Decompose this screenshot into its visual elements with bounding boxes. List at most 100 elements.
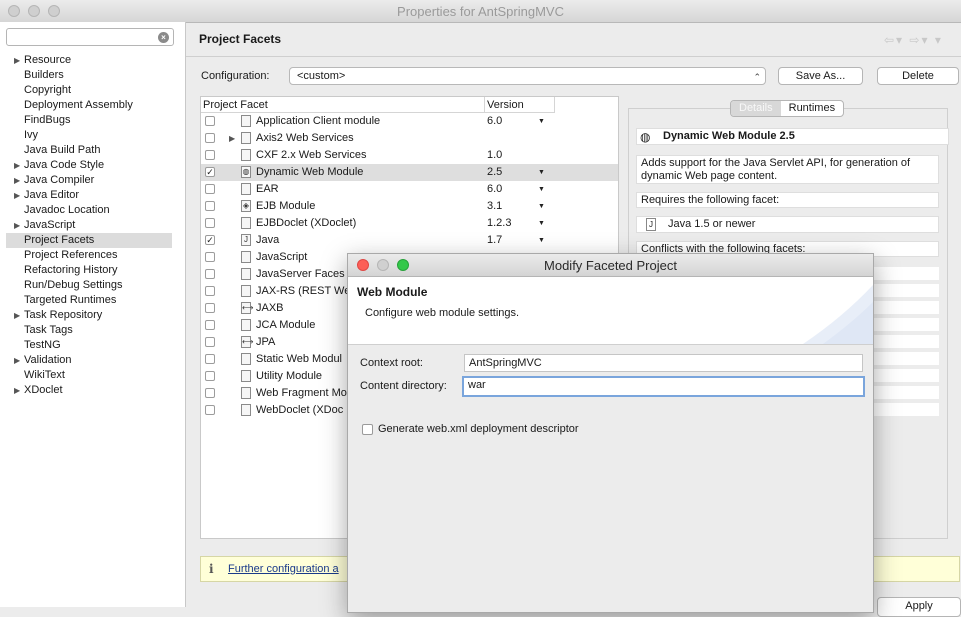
- column-header-version[interactable]: Version: [485, 97, 555, 113]
- facet-version[interactable]: 1.7: [487, 232, 502, 249]
- apply-button[interactable]: Apply: [877, 597, 961, 617]
- expand-arrow-icon[interactable]: ▶: [229, 130, 235, 147]
- facet-name: Application Client module: [256, 115, 381, 127]
- sidebar-item[interactable]: Java Build Path: [6, 143, 172, 158]
- sidebar-item[interactable]: ▶ Task Repository: [6, 308, 172, 323]
- facet-checkbox[interactable]: [205, 320, 215, 330]
- expand-arrow-icon[interactable]: ▶: [14, 218, 20, 233]
- expand-arrow-icon[interactable]: ▶: [14, 158, 20, 173]
- version-dropdown-icon[interactable]: ▼: [538, 198, 545, 215]
- generate-webxml-label[interactable]: Generate web.xml deployment descriptor: [378, 423, 579, 435]
- expand-arrow-icon[interactable]: ▶: [14, 383, 20, 398]
- clear-search-icon[interactable]: ×: [158, 32, 169, 43]
- sidebar-item[interactable]: ▶ XDoclet: [6, 383, 172, 398]
- facet-version[interactable]: 3.1: [487, 198, 502, 215]
- sidebar-item[interactable]: Builders: [6, 68, 172, 83]
- sidebar-item[interactable]: TestNG: [6, 338, 172, 353]
- expand-arrow-icon[interactable]: ▶: [14, 173, 20, 188]
- facet-row[interactable]: ▶ Axis2 Web Services: [201, 130, 618, 147]
- facet-version[interactable]: 1.0: [487, 147, 502, 164]
- save-as-button[interactable]: Save As...: [778, 67, 863, 85]
- facet-checkbox[interactable]: ✓: [205, 235, 215, 245]
- version-dropdown-icon[interactable]: ▼: [538, 164, 545, 181]
- sidebar-item[interactable]: Project Facets: [6, 233, 172, 248]
- facet-row[interactable]: EJBDoclet (XDoclet) 1.2.3 ▼: [201, 215, 618, 232]
- facet-version[interactable]: 2.5: [487, 164, 502, 181]
- facet-name: Utility Module: [256, 370, 323, 382]
- version-dropdown-icon[interactable]: ▼: [538, 113, 545, 130]
- facet-checkbox[interactable]: [205, 405, 215, 415]
- document-icon: [241, 132, 251, 144]
- version-dropdown-icon[interactable]: ▼: [538, 215, 545, 232]
- sidebar-item[interactable]: FindBugs: [6, 113, 172, 128]
- facet-row[interactable]: ✓ ◍ Dynamic Web Module 2.5 ▼: [201, 164, 618, 181]
- sidebar-item[interactable]: Javadoc Location: [6, 203, 172, 218]
- version-dropdown-icon[interactable]: ▼: [538, 232, 545, 249]
- generate-webxml-checkbox[interactable]: [362, 424, 373, 435]
- facet-checkbox[interactable]: [205, 133, 215, 143]
- facet-checkbox[interactable]: [205, 286, 215, 296]
- sidebar-item[interactable]: Project References: [6, 248, 172, 263]
- sidebar-item[interactable]: WikiText: [6, 368, 172, 383]
- sidebar-item[interactable]: Copyright: [6, 83, 172, 98]
- facet-checkbox[interactable]: [205, 201, 215, 211]
- sidebar-item[interactable]: Refactoring History: [6, 263, 172, 278]
- facet-checkbox[interactable]: [205, 371, 215, 381]
- facet-row[interactable]: EAR 6.0 ▼: [201, 181, 618, 198]
- document-icon: [241, 251, 251, 263]
- java-icon: J: [241, 234, 251, 246]
- context-root-input[interactable]: AntSpringMVC: [464, 354, 863, 372]
- expand-arrow-icon[interactable]: ▶: [14, 188, 20, 203]
- expand-arrow-icon[interactable]: ▶: [14, 53, 20, 68]
- facet-checkbox[interactable]: [205, 388, 215, 398]
- sidebar-item[interactable]: ▶ Validation: [6, 353, 172, 368]
- dialog-heading: Web Module: [357, 285, 428, 299]
- facet-row[interactable]: ◈ EJB Module 3.1 ▼: [201, 198, 618, 215]
- delete-button[interactable]: Delete: [877, 67, 959, 85]
- sidebar-item[interactable]: Targeted Runtimes: [6, 293, 172, 308]
- further-configuration-link[interactable]: Further configuration a: [228, 563, 339, 575]
- search-input[interactable]: ×: [6, 28, 174, 46]
- sidebar-item[interactable]: Deployment Assembly: [6, 98, 172, 113]
- column-header-facet[interactable]: Project Facet: [201, 97, 485, 113]
- facet-checkbox[interactable]: [205, 218, 215, 228]
- facet-version[interactable]: 1.2.3: [487, 215, 511, 232]
- document-icon: [241, 404, 251, 416]
- sidebar-item[interactable]: ▶ Java Compiler: [6, 173, 172, 188]
- facet-checkbox[interactable]: [205, 269, 215, 279]
- facet-checkbox[interactable]: [205, 150, 215, 160]
- sidebar-item[interactable]: Ivy: [6, 128, 172, 143]
- facet-row[interactable]: ✓ J Java 1.7 ▼: [201, 232, 618, 249]
- facet-checkbox[interactable]: ✓: [205, 167, 215, 177]
- facet-checkbox[interactable]: [205, 184, 215, 194]
- sidebar-item[interactable]: Task Tags: [6, 323, 172, 338]
- facet-checkbox[interactable]: [205, 303, 215, 313]
- sidebar-item-label: JavaScript: [24, 219, 76, 231]
- facet-row[interactable]: Application Client module 6.0 ▼: [201, 113, 618, 130]
- facet-checkbox[interactable]: [205, 252, 215, 262]
- sidebar-item[interactable]: ▶ JavaScript: [6, 218, 172, 233]
- sidebar-item[interactable]: ▶ Java Code Style: [6, 158, 172, 173]
- content-directory-input[interactable]: war: [462, 376, 865, 397]
- sidebar-item-label: Javadoc Location: [24, 204, 110, 216]
- facet-row[interactable]: CXF 2.x Web Services 1.0: [201, 147, 618, 164]
- expand-arrow-icon[interactable]: ▶: [14, 308, 20, 323]
- version-dropdown-icon[interactable]: ▼: [538, 181, 545, 198]
- facet-checkbox[interactable]: [205, 354, 215, 364]
- configuration-value: <custom>: [297, 70, 346, 82]
- facet-checkbox[interactable]: [205, 337, 215, 347]
- sidebar-item-label: Deployment Assembly: [24, 99, 133, 111]
- sidebar-item[interactable]: ▶ Resource: [6, 53, 172, 68]
- window-title: Properties for AntSpringMVC: [397, 4, 564, 19]
- history-nav-icons[interactable]: ⇦▾ ⇨▾ ▾: [884, 33, 943, 47]
- tab-runtimes[interactable]: Runtimes: [781, 101, 843, 116]
- facet-version[interactable]: 6.0: [487, 181, 502, 198]
- tab-details[interactable]: Details: [731, 101, 781, 116]
- facet-checkbox[interactable]: [205, 116, 215, 126]
- details-tabs: Details Runtimes: [730, 100, 845, 117]
- configuration-select[interactable]: <custom> ⌃: [289, 67, 766, 85]
- sidebar-item[interactable]: ▶ Java Editor: [6, 188, 172, 203]
- facet-version[interactable]: 6.0: [487, 113, 502, 130]
- expand-arrow-icon[interactable]: ▶: [14, 353, 20, 368]
- sidebar-item[interactable]: Run/Debug Settings: [6, 278, 172, 293]
